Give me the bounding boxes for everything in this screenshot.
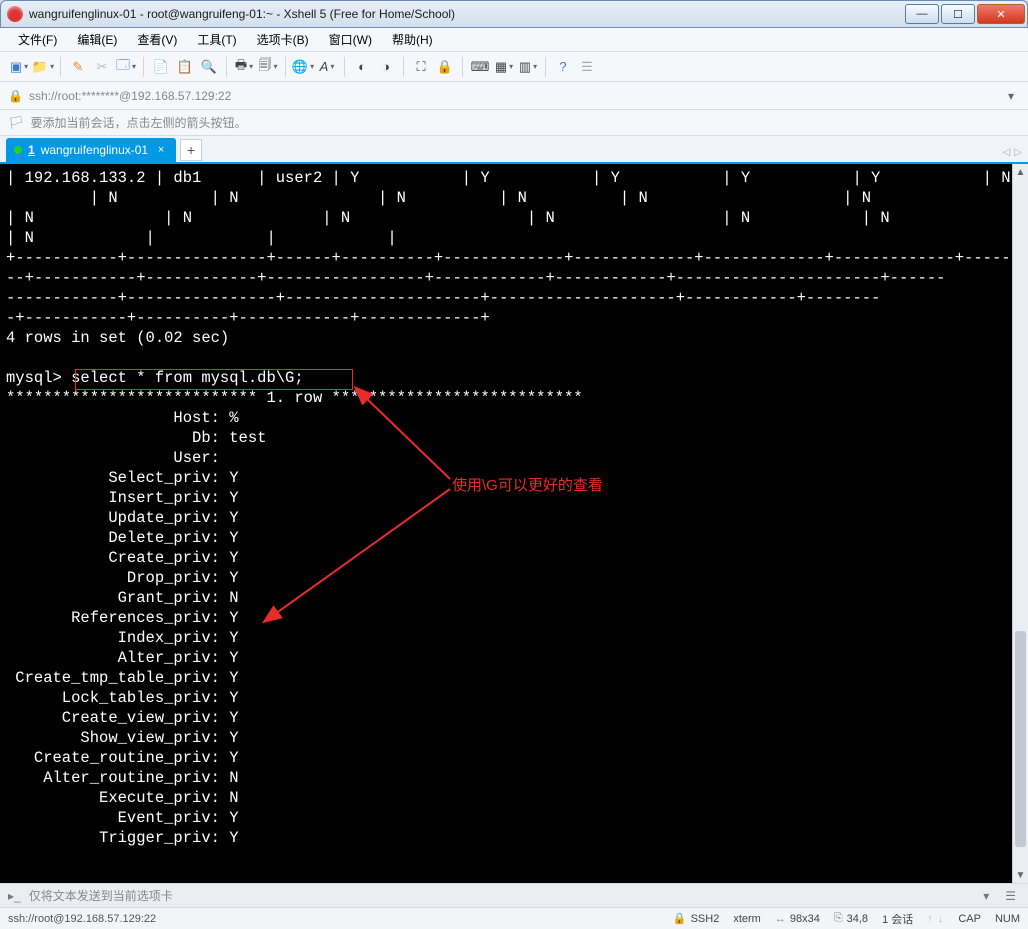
status-caps: CAP	[958, 913, 981, 925]
fullscreen-button[interactable]: ⛶	[410, 56, 432, 78]
cursor-icon: ⎘	[834, 912, 843, 925]
font-button[interactable]: A	[316, 56, 338, 78]
tab-label: wangruifenglinux-01	[41, 143, 148, 157]
tab-strip: 1 wangruifenglinux-01 × + ◁ ▷	[0, 136, 1028, 164]
new-session-button[interactable]: ▣	[8, 56, 30, 78]
terminal[interactable]: | 192.168.133.2 | db1 | user2 | Y | Y | …	[0, 164, 1012, 883]
status-sessions: 1 会话	[882, 911, 913, 927]
separator	[462, 57, 463, 77]
minimize-button[interactable]: —	[905, 4, 939, 24]
send-text[interactable]: 仅将文本发送到当前选项卡	[29, 887, 173, 904]
hint-text: 要添加当前会话，点击左侧的箭头按钮。	[31, 114, 247, 131]
menu-tools[interactable]: 工具(T)	[189, 29, 244, 50]
menu-file[interactable]: 文件(F)	[10, 29, 65, 50]
separator	[143, 57, 144, 77]
tab-status-icon	[14, 146, 22, 154]
tab-index: 1	[28, 143, 35, 157]
menu-tab[interactable]: 选项卡(B)	[249, 29, 317, 50]
send-target-dropdown[interactable]: ▾	[979, 889, 993, 903]
copy-button[interactable]: 📄	[150, 56, 172, 78]
app-icon	[7, 6, 23, 22]
separator	[344, 57, 345, 77]
scroll-thumb[interactable]	[1015, 631, 1026, 847]
hint-bar: 🏳 要添加当前会话，点击左侧的箭头按钮。	[0, 110, 1028, 136]
menu-window[interactable]: 窗口(W)	[321, 29, 380, 50]
lock-button[interactable]: 🔒	[434, 56, 456, 78]
terminal-area: | 192.168.133.2 | db1 | user2 | Y | Y | …	[0, 164, 1028, 883]
window-title: wangruifenglinux-01 - root@wangruifeng-0…	[29, 7, 905, 21]
size-icon: ↔	[775, 913, 786, 925]
status-term: xterm	[733, 913, 761, 925]
scrollbar[interactable]: ▲ ▼	[1012, 164, 1028, 883]
separator	[226, 57, 227, 77]
about-button[interactable]: ☰	[576, 56, 598, 78]
properties-button[interactable]: 🗔	[115, 56, 137, 78]
separator	[403, 57, 404, 77]
new-tab-button[interactable]: +	[180, 139, 202, 161]
reconnect-button[interactable]: ✎	[67, 56, 89, 78]
tab-nav: ◁ ▷	[1003, 147, 1022, 158]
hint-icon: 🏳	[8, 115, 25, 131]
scroll-down-button[interactable]: ▼	[1013, 867, 1028, 883]
language-button[interactable]: 🌐	[292, 56, 314, 78]
menu-help[interactable]: 帮助(H)	[384, 29, 441, 50]
help-button[interactable]: ?	[552, 56, 574, 78]
open-session-button[interactable]: 📁	[32, 56, 54, 78]
tab-close-button[interactable]: ×	[154, 143, 168, 157]
menu-edit[interactable]: 编辑(E)	[69, 29, 125, 50]
tab-next-button[interactable]: ▷	[1014, 147, 1022, 158]
separator	[60, 57, 61, 77]
status-cursor: 34,8	[847, 913, 868, 925]
status-size: 98x34	[790, 913, 820, 925]
lock-icon: 🔒	[8, 89, 23, 103]
window-titlebar: wangruifenglinux-01 - root@wangruifeng-0…	[0, 0, 1028, 28]
send-icon: ▸_	[8, 889, 21, 903]
keyboard-button[interactable]: ⌨	[469, 56, 491, 78]
address-dropdown-button[interactable]: ▾	[1002, 87, 1020, 105]
close-button[interactable]: ✕	[977, 4, 1025, 24]
main-toolbar: ▣ 📁 ✎ ✂ 🗔 📄 📋 🔍 🖶 🗐 🌐 A ◐ ◑ ⛶ 🔒 ⌨ ▦ ▥ ? …	[0, 52, 1028, 82]
session-tab[interactable]: 1 wangruifenglinux-01 ×	[6, 138, 176, 162]
layout-button[interactable]: ▦	[493, 56, 515, 78]
send-bar: ▸_ 仅将文本发送到当前选项卡 ▾ ☰	[0, 883, 1028, 907]
paste-button[interactable]: 📋	[174, 56, 196, 78]
status-num: NUM	[995, 913, 1020, 925]
scroll-up-button[interactable]: ▲	[1013, 164, 1028, 180]
status-transfer-icon: ↑ ↓	[927, 913, 944, 925]
ssh-icon: 🔒	[673, 912, 687, 925]
print-button[interactable]: 🖶	[233, 56, 255, 78]
color-scheme-button[interactable]: ◐	[351, 56, 373, 78]
status-bar: ssh://root@192.168.57.129:22 🔒 SSH2 xterm…	[0, 907, 1028, 929]
tab-prev-button[interactable]: ◁	[1003, 147, 1011, 158]
address-bar: 🔒 ssh://root:********@192.168.57.129:22 …	[0, 82, 1028, 110]
status-ssh: SSH2	[691, 913, 720, 925]
highlight-button[interactable]: ◑	[375, 56, 397, 78]
find-button[interactable]: 🔍	[198, 56, 220, 78]
separator	[545, 57, 546, 77]
maximize-button[interactable]: ☐	[941, 4, 975, 24]
tile-button[interactable]: ▥	[517, 56, 539, 78]
menu-view[interactable]: 查看(V)	[129, 29, 185, 50]
disconnect-button[interactable]: ✂	[91, 56, 113, 78]
log-button[interactable]: 🗐	[257, 56, 279, 78]
separator	[285, 57, 286, 77]
status-connection: ssh://root@192.168.57.129:22	[8, 913, 659, 925]
address-text[interactable]: ssh://root:********@192.168.57.129:22	[29, 89, 996, 103]
menubar: 文件(F) 编辑(E) 查看(V) 工具(T) 选项卡(B) 窗口(W) 帮助(…	[0, 28, 1028, 52]
send-menu-button[interactable]: ☰	[1001, 889, 1020, 903]
